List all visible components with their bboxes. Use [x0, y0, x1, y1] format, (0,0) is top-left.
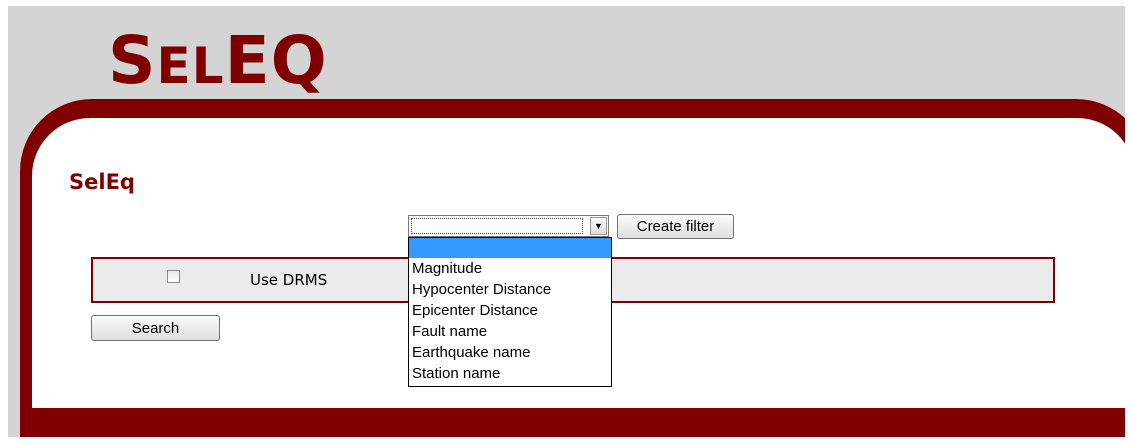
dropdown-option-earthquake-name[interactable]: Earthquake name	[409, 342, 611, 363]
create-filter-button[interactable]: Create filter	[617, 214, 734, 239]
chevron-down-icon[interactable]: ▼	[590, 217, 607, 235]
dropdown-option-empty[interactable]	[409, 238, 611, 258]
filter-dropdown-list: Magnitude Hypocenter Distance Epicenter …	[408, 237, 612, 387]
dropdown-option-hypocenter-distance[interactable]: Hypocenter Distance	[409, 279, 611, 300]
dropdown-option-station-name[interactable]: Station name	[409, 363, 611, 384]
site-logo: SELEQ	[108, 22, 328, 99]
dropdown-option-magnitude[interactable]: Magnitude	[409, 258, 611, 279]
filter-select[interactable]: ▼	[408, 215, 609, 237]
page-background: SELEQ SelEq ▼ Create filter Use DRMS Sea…	[8, 6, 1125, 437]
filter-select-value	[411, 218, 583, 234]
page-title: SelEq	[69, 170, 135, 194]
use-drms-checkbox[interactable]	[167, 270, 180, 283]
dropdown-option-epicenter-distance[interactable]: Epicenter Distance	[409, 300, 611, 321]
use-drms-label: Use DRMS	[250, 271, 328, 289]
search-button[interactable]: Search	[91, 315, 220, 341]
dropdown-option-fault-name[interactable]: Fault name	[409, 321, 611, 342]
